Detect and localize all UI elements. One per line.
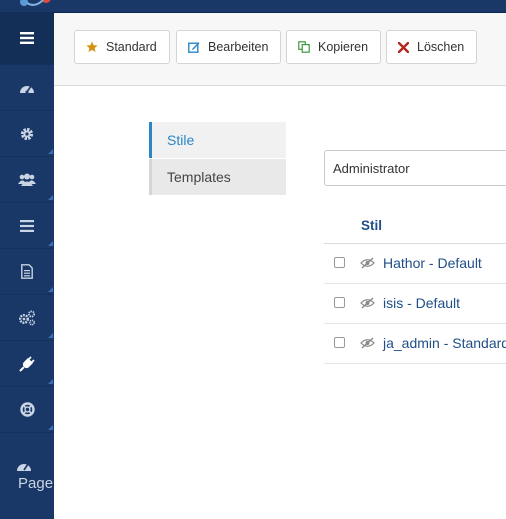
row-checkbox[interactable] <box>334 257 345 268</box>
page-builder-icon <box>17 463 31 471</box>
gear-icon <box>20 127 34 140</box>
style-link[interactable]: Hathor - Default <box>383 255 482 271</box>
style-link[interactable]: ja_admin - Standard <box>383 335 506 351</box>
toolbar: Standard Bearbeiten Kopieren Löschen <box>54 13 506 86</box>
sidebar-item-content[interactable] <box>0 249 54 295</box>
table-row: isis - Default <box>324 284 506 324</box>
delete-button[interactable]: Löschen <box>386 30 478 64</box>
edit-icon <box>188 41 200 53</box>
submenu-indicator <box>48 195 53 200</box>
client-select[interactable]: Administrator <box>324 150 506 186</box>
article-icon <box>21 264 33 279</box>
row-checkbox[interactable] <box>334 337 345 348</box>
tab-stile[interactable]: Stile <box>149 122 286 158</box>
top-header-bar <box>0 0 506 13</box>
submenu-indicator <box>48 425 53 430</box>
edit-button[interactable]: Bearbeiten <box>176 30 282 64</box>
menus-icon <box>20 219 34 232</box>
client-select-value: Administrator <box>333 160 410 176</box>
users-icon <box>18 173 36 186</box>
copy-button-label: Kopieren <box>318 40 369 54</box>
eye-slash-icon <box>360 297 375 309</box>
submenu-indicator <box>48 241 53 246</box>
sidebar-item-menus[interactable] <box>0 203 54 249</box>
dashboard-icon <box>20 85 34 93</box>
sidebar-item-extensions[interactable] <box>0 341 54 387</box>
sidebar: Page Builder <box>0 12 54 519</box>
sidebar-item-components[interactable] <box>0 295 54 341</box>
sidebar-item-dashboard[interactable] <box>0 65 54 111</box>
delete-icon <box>398 41 409 53</box>
submenu-indicator <box>48 287 53 292</box>
copy-icon <box>298 41 310 53</box>
sidebar-item-system[interactable] <box>0 111 54 157</box>
table-row: ja_admin - Standard <box>324 324 506 364</box>
eye-slash-icon <box>360 337 375 349</box>
components-icon <box>19 310 36 326</box>
submenu-indicator <box>48 379 53 384</box>
table-row: Hathor - Default <box>324 244 506 284</box>
delete-button-label: Löschen <box>417 40 465 54</box>
sidebar-item-help[interactable] <box>0 387 54 433</box>
column-header-stil[interactable]: Stil <box>361 218 382 233</box>
copy-button[interactable]: Kopieren <box>286 30 382 64</box>
edit-button-label: Bearbeiten <box>208 40 269 54</box>
sidebar-menu-toggle[interactable] <box>0 12 54 65</box>
plug-icon <box>19 355 35 372</box>
sidebar-item-users[interactable] <box>0 157 54 203</box>
submenu-indicator <box>48 149 53 154</box>
page-builder-label[interactable]: Page Builder <box>18 474 54 493</box>
row-checkbox[interactable] <box>334 297 345 308</box>
eye-slash-icon <box>360 257 375 269</box>
joomla-logo-icon[interactable] <box>18 0 52 8</box>
submenu-indicator <box>48 333 53 338</box>
menu-toggle-icon <box>20 32 34 44</box>
standard-button[interactable]: Standard <box>74 30 170 64</box>
help-icon <box>19 402 35 417</box>
star-icon <box>86 41 98 53</box>
tab-templates[interactable]: Templates <box>149 159 286 195</box>
standard-button-label: Standard <box>106 40 157 54</box>
style-link[interactable]: isis - Default <box>383 295 460 311</box>
